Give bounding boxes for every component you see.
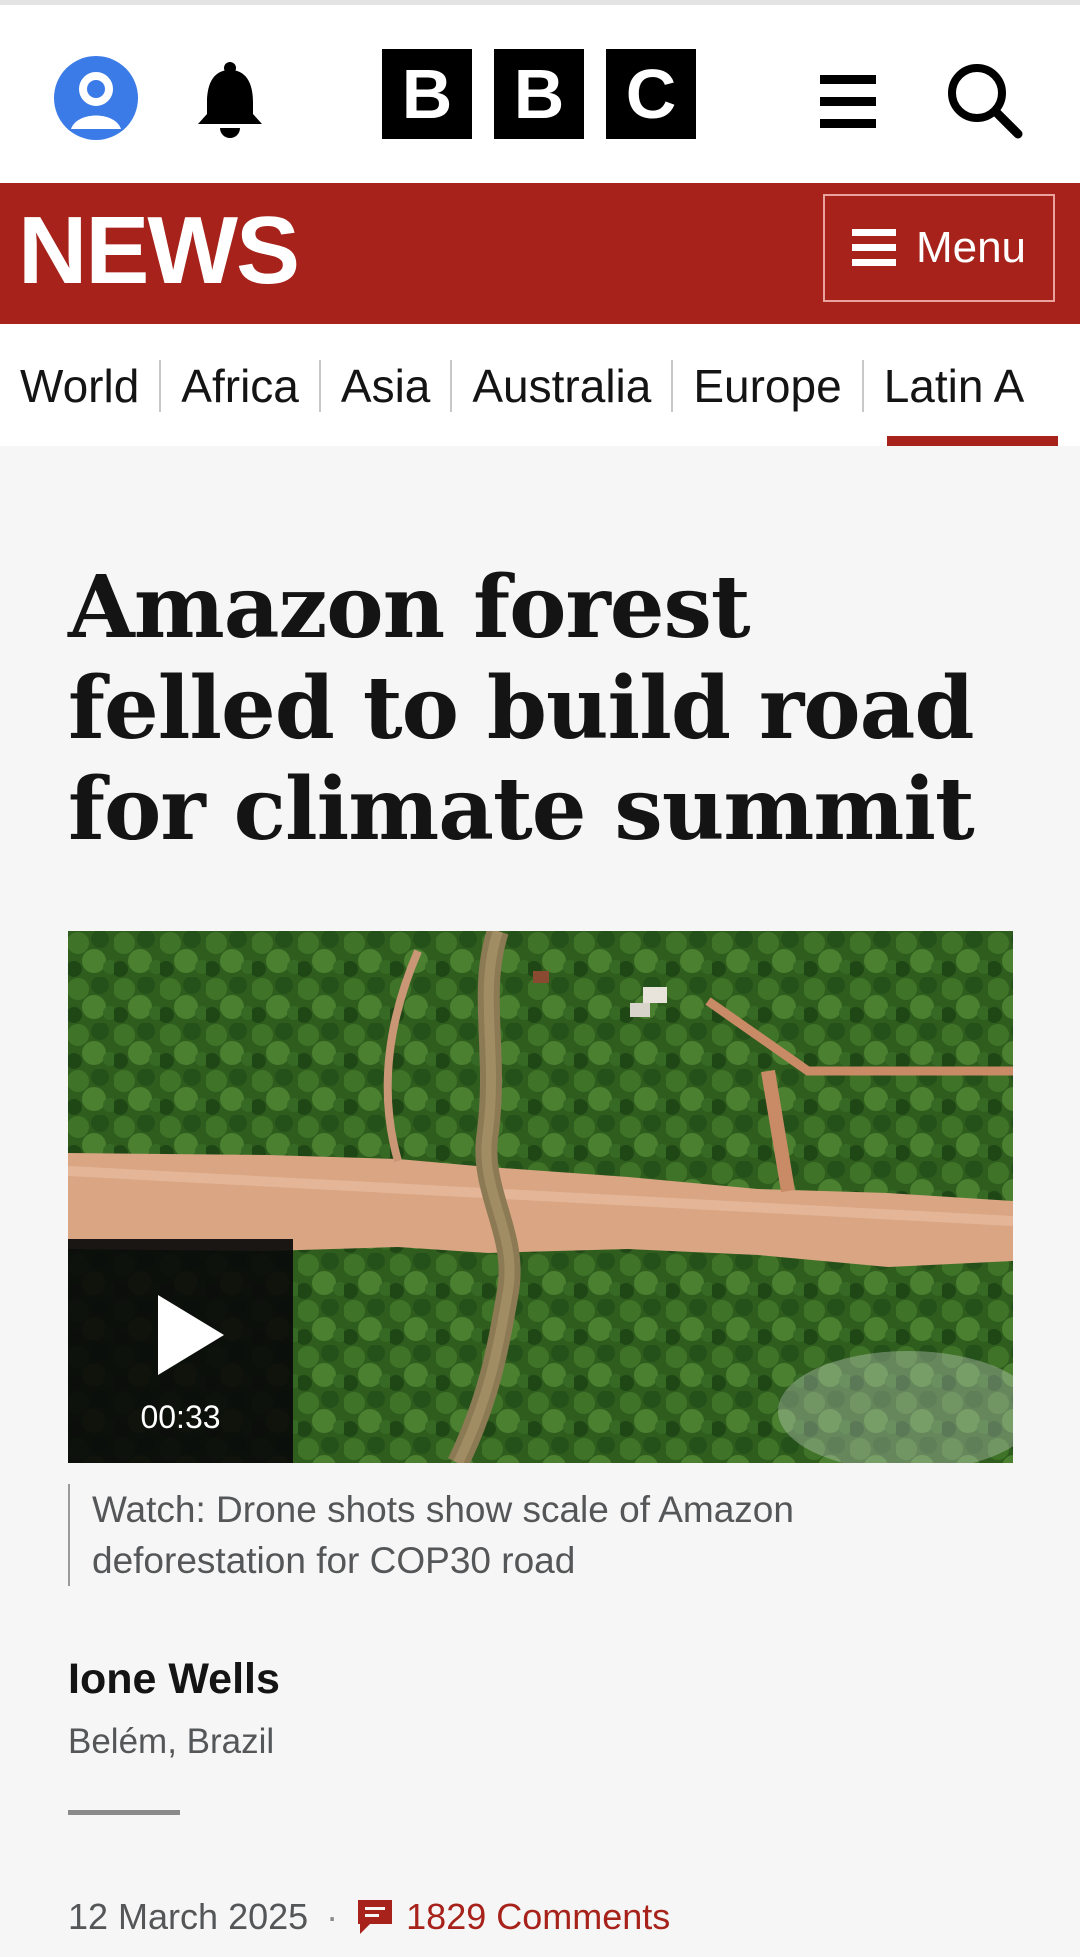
- publish-date: 12 March 2025: [68, 1896, 309, 1937]
- nav-item-europe[interactable]: Europe: [673, 360, 861, 412]
- hamburger-menu-icon[interactable]: [818, 73, 878, 131]
- menu-button-label: Menu: [915, 223, 1027, 272]
- author-name: Ione Wells: [68, 1655, 280, 1703]
- notification-bell-icon[interactable]: [195, 60, 265, 140]
- byline-divider: [68, 1810, 180, 1815]
- nav-item-latin-america[interactable]: Latin A: [864, 360, 1045, 412]
- news-logo[interactable]: NEWS: [18, 201, 300, 301]
- menu-icon: [851, 229, 896, 266]
- nav-item-australia[interactable]: Australia: [452, 360, 671, 412]
- nav-item-asia[interactable]: Asia: [321, 360, 450, 412]
- video-player[interactable]: 00:33: [68, 931, 1013, 1463]
- bbc-masthead: B B C: [0, 5, 1080, 183]
- menu-button[interactable]: Menu: [823, 194, 1055, 302]
- bbc-logo-letter: B: [382, 49, 472, 139]
- video-duration: 00:33: [140, 1399, 221, 1435]
- comments-link[interactable]: 1829 Comments: [356, 1896, 670, 1938]
- author-location: Belém, Brazil: [68, 1722, 275, 1761]
- account-icon[interactable]: [53, 55, 139, 141]
- meta-separator: ·: [326, 1896, 339, 1937]
- bbc-logo[interactable]: B B C: [382, 49, 696, 139]
- comment-icon: [358, 1900, 393, 1934]
- search-icon[interactable]: [944, 60, 1024, 140]
- nav-active-indicator: [887, 436, 1058, 446]
- play-icon: [158, 1295, 224, 1375]
- bbc-logo-letter: B: [494, 49, 584, 139]
- comments-count: 1829 Comments: [406, 1896, 671, 1937]
- play-button[interactable]: 00:33: [68, 1239, 293, 1463]
- article-headline: Amazon forest felled to build road for c…: [68, 557, 975, 860]
- nav-item-world[interactable]: World: [20, 360, 159, 412]
- news-header-bar: NEWS Menu: [0, 183, 1080, 324]
- nav-item-africa[interactable]: Africa: [161, 360, 319, 412]
- article-meta: 12 March 2025 · 1829 Comments: [68, 1896, 670, 1938]
- region-nav: World Africa Asia Australia Europe Latin…: [0, 324, 1080, 446]
- video-caption: Watch: Drone shots show scale of Amazon …: [68, 1484, 992, 1586]
- bbc-logo-letter: C: [606, 49, 696, 139]
